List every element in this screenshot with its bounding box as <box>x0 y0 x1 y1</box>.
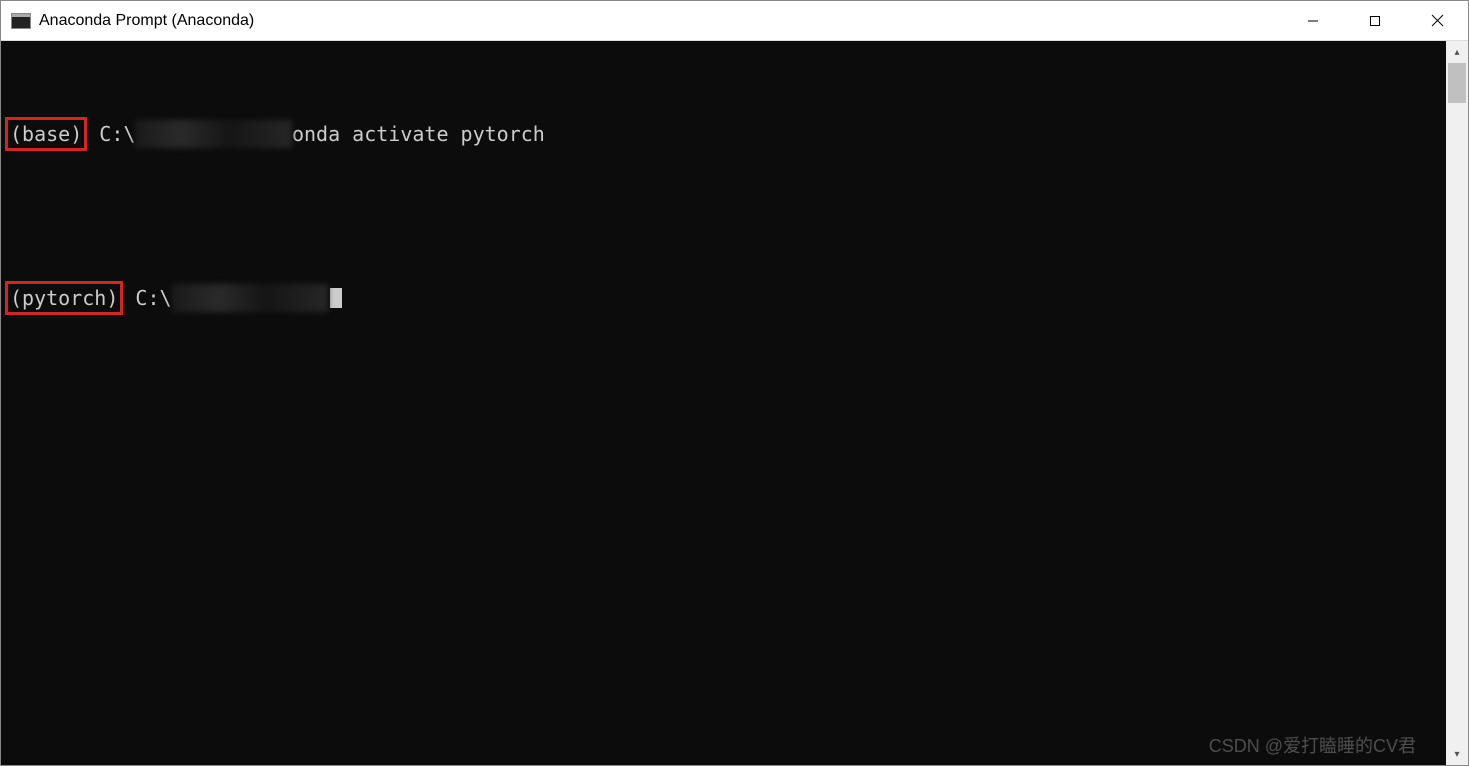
env-pytorch-highlight: (pytorch) <box>5 281 123 315</box>
terminal-line-2: (pytorch) C:\XXXXXXXXXXXXX <box>5 281 1446 315</box>
minimize-button[interactable] <box>1282 1 1344 40</box>
terminal-wrap: (base) C:\XXXXXXXXXXXXXonda activate pyt… <box>1 41 1468 765</box>
scroll-thumb[interactable] <box>1448 63 1466 103</box>
redacted-path-1: XXXXXXXXXXXXX <box>135 120 292 148</box>
cursor <box>330 288 342 308</box>
maximize-button[interactable] <box>1344 1 1406 40</box>
title-left: Anaconda Prompt (Anaconda) <box>1 12 254 30</box>
scroll-down-icon[interactable]: ▾ <box>1446 743 1468 765</box>
title-bar: Anaconda Prompt (Anaconda) <box>1 1 1468 41</box>
close-button[interactable] <box>1406 1 1468 40</box>
prompt-prefix-2: C:\ <box>123 284 171 312</box>
env-base-highlight: (base) <box>5 117 87 151</box>
window-controls <box>1282 1 1468 40</box>
watermark: CSDN @爱打瞌睡的CV君 <box>1209 734 1416 759</box>
redacted-path-2: XXXXXXXXXXXXX <box>172 284 329 312</box>
scroll-up-icon[interactable]: ▴ <box>1446 41 1468 63</box>
command-tail: onda activate pytorch <box>292 120 545 148</box>
prompt-prefix-1: C:\ <box>87 120 135 148</box>
blank-line <box>5 211 1446 221</box>
terminal-icon <box>11 13 31 29</box>
terminal[interactable]: (base) C:\XXXXXXXXXXXXXonda activate pyt… <box>1 41 1446 765</box>
terminal-line-1: (base) C:\XXXXXXXXXXXXXonda activate pyt… <box>5 117 1446 151</box>
window-title: Anaconda Prompt (Anaconda) <box>39 12 254 30</box>
scrollbar[interactable]: ▴ ▾ <box>1446 41 1468 765</box>
